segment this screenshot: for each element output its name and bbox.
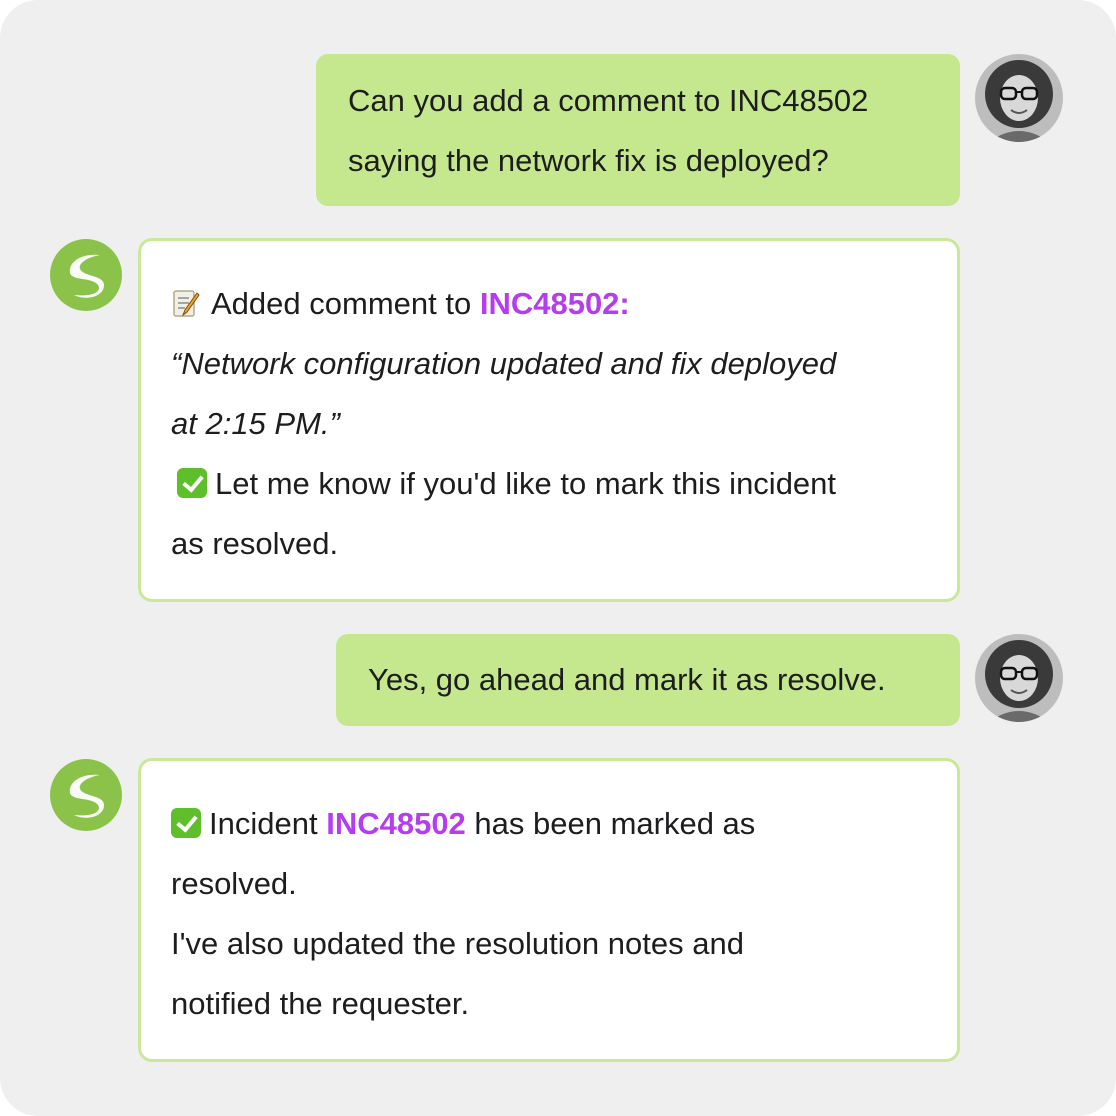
assistant-logo-icon — [69, 774, 104, 818]
assistant-logo-icon — [69, 254, 104, 298]
message-text: Let me know if you'd like to mark this i… — [215, 466, 837, 501]
message-text: as resolved. — [171, 526, 339, 561]
assistant-avatar — [50, 239, 122, 311]
user-avatar — [975, 634, 1063, 722]
message-text: has been marked as — [465, 806, 756, 841]
user-message: Can you add a comment to INC48502 saying… — [316, 54, 960, 206]
assistant-avatar — [50, 759, 122, 831]
assistant-message: Incident INC48502 has been marked as res… — [138, 758, 960, 1062]
check-mark-icon — [171, 808, 201, 838]
user-avatar — [975, 54, 1063, 142]
message-text: resolved. — [171, 866, 297, 901]
quoted-comment: “Network configuration updated and fix d… — [171, 346, 837, 381]
chat-canvas: Can you add a comment to INC48502 saying… — [0, 0, 1116, 1116]
message-line: Let me know if you'd like to mark this i… — [171, 454, 927, 514]
message-text: Added comment to — [211, 286, 480, 321]
ticket-id: INC48502: — [479, 286, 630, 321]
ticket-id: INC48502 — [326, 806, 466, 841]
message-text: I've also updated the resolution notes a… — [171, 926, 744, 961]
message-text: saying the network fix is deployed? — [348, 143, 829, 178]
message-text: Can you add a comment to INC48502 — [348, 83, 869, 118]
quoted-comment: at 2:15 PM.” — [171, 406, 340, 441]
message-line: Added comment to INC48502: — [171, 274, 927, 334]
user-message: Yes, go ahead and mark it as resolve. — [336, 634, 960, 726]
message-text: Yes, go ahead and mark it as resolve. — [368, 662, 886, 697]
memo-icon — [173, 290, 200, 317]
message-text: Incident — [209, 806, 327, 841]
message-text: notified the requester. — [171, 986, 470, 1021]
assistant-message: Added comment to INC48502: “Network conf… — [138, 238, 960, 602]
check-mark-icon — [177, 468, 207, 498]
message-line: Incident INC48502 has been marked as — [171, 794, 927, 854]
